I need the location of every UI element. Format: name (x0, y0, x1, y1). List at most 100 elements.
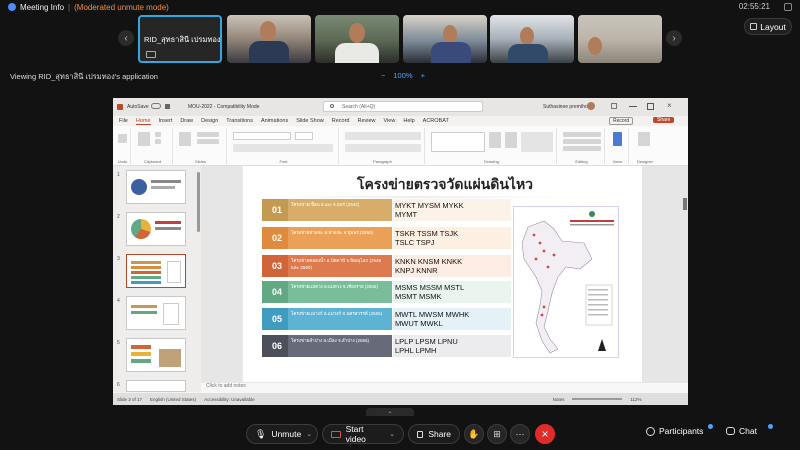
font-size-select[interactable] (295, 132, 313, 140)
layout-dropdown[interactable] (197, 132, 219, 137)
meeting-clock: 02:55:21 (738, 2, 770, 11)
participant-tile[interactable] (578, 15, 662, 63)
ribbon-group-editing: Editing (559, 128, 605, 164)
arrange-icon[interactable] (489, 132, 501, 148)
participant-tile[interactable] (403, 15, 487, 63)
tab-insert[interactable]: Insert (159, 118, 173, 124)
tab-view[interactable]: View (384, 118, 396, 124)
reset-button[interactable] (197, 139, 219, 144)
participant-tile[interactable] (490, 15, 574, 63)
tab-design[interactable]: Design (201, 118, 218, 124)
tab-help[interactable]: Help (403, 118, 414, 124)
list-buttons[interactable] (345, 132, 421, 140)
participants-button[interactable]: Participants (646, 426, 703, 436)
layout-button[interactable]: Layout (744, 18, 792, 35)
participant-tile[interactable] (227, 15, 311, 63)
tab-animations[interactable]: Animations (261, 118, 288, 124)
accessibility-status[interactable]: Accessibility: Unavailable (204, 397, 255, 402)
participant-tile[interactable] (315, 15, 399, 63)
participant-tile-self[interactable]: RID_สุทธาสินี เปรมทอง (138, 15, 222, 63)
save-icon[interactable] (165, 104, 170, 109)
slide-thumbnail[interactable] (126, 170, 186, 204)
thumb-number: 2 (117, 214, 120, 220)
font-format-buttons[interactable] (233, 144, 333, 152)
collapse-controls-tab[interactable]: ⌄ (366, 408, 414, 416)
zoom-out-button[interactable]: − (381, 71, 385, 80)
notes-pane[interactable]: Click to add notes (201, 383, 688, 393)
tab-record[interactable]: Record (332, 118, 350, 124)
row-stations: KNKN KNSM KNKK KNPJ KNNR (393, 255, 511, 277)
ribbon-group-label: Clipboard (143, 159, 162, 164)
unmute-button[interactable]: 🎙 Unmute ⌄ (246, 424, 318, 444)
tab-transitions[interactable]: Transitions (226, 118, 253, 124)
strip-prev-button[interactable]: ‹ (118, 30, 134, 46)
zoom-in-button[interactable]: + (421, 71, 425, 80)
slide-thumbnail-panel[interactable]: 1 2 3 4 5 6 (113, 166, 201, 392)
language-indicator[interactable]: English (United States) (150, 397, 196, 402)
find-button[interactable] (563, 132, 601, 137)
thumb-row (131, 359, 151, 363)
leave-meeting-button[interactable]: × (535, 424, 555, 444)
tab-review[interactable]: Review (357, 118, 375, 124)
close-icon[interactable]: × (667, 101, 672, 110)
reactions-button[interactable]: ✋ (464, 424, 484, 444)
start-video-button[interactable]: Start video ⌄ (322, 424, 404, 444)
share-button[interactable]: Share (408, 424, 460, 444)
chat-button[interactable]: Chat (726, 426, 757, 436)
slide-counter: Slide 3 of 17 (117, 396, 143, 402)
ppt-zoom-level[interactable]: 112% (630, 397, 641, 402)
slide-thumbnail[interactable] (126, 380, 186, 392)
more-icon: ⋯ (515, 428, 525, 439)
shape-format-buttons[interactable] (521, 132, 553, 152)
tab-draw[interactable]: Draw (180, 118, 193, 124)
tab-file[interactable]: File (119, 118, 128, 124)
meeting-info-link[interactable]: Meeting Info (20, 3, 64, 12)
align-buttons[interactable] (345, 144, 421, 152)
chevron-down-icon[interactable]: ⌄ (306, 430, 312, 438)
cut-icon[interactable] (155, 132, 161, 137)
ribbon-group-label: Voice (612, 159, 623, 164)
autosave-toggle[interactable] (151, 103, 161, 109)
copy-icon[interactable] (155, 139, 161, 144)
viewing-label: Viewing RID_สุทธาสินี เปรมทอง's applicat… (10, 72, 158, 81)
undo-icon[interactable] (118, 134, 127, 143)
paste-icon[interactable] (138, 132, 150, 146)
strip-next-button[interactable]: › (666, 30, 682, 46)
info-icon[interactable] (8, 3, 16, 11)
record-button[interactable]: Record (609, 117, 634, 125)
replace-button[interactable] (563, 139, 601, 144)
more-options-button[interactable]: ⋯ (510, 424, 530, 444)
design-ideas-icon[interactable] (638, 132, 650, 146)
slide-thumbnail[interactable] (126, 212, 186, 246)
chevron-down-icon[interactable]: ⌄ (389, 430, 395, 438)
camera-off-icon (331, 430, 341, 438)
quick-styles-icon[interactable] (505, 132, 517, 148)
dictate-mic-icon[interactable] (613, 132, 622, 146)
apps-button[interactable]: ⊞ (487, 424, 507, 444)
ppt-search-box[interactable]: Search (Alt+Q) (323, 101, 483, 112)
maximize-icon[interactable] (647, 103, 654, 110)
shapes-gallery[interactable] (431, 132, 485, 152)
window-restore-icon[interactable] (784, 3, 792, 11)
font-family-select[interactable] (233, 132, 291, 140)
user-avatar[interactable] (587, 102, 595, 110)
tab-home[interactable]: Home (135, 118, 151, 125)
slide-thumbnail-selected[interactable] (126, 254, 186, 288)
department-logo (131, 179, 147, 195)
slide-thumbnail[interactable] (126, 296, 186, 330)
pen-icon[interactable] (611, 103, 617, 109)
select-button[interactable] (563, 146, 601, 151)
slide-thumbnail[interactable] (126, 338, 186, 372)
minimize-icon[interactable] (629, 106, 637, 107)
zoom-slider[interactable] (572, 398, 623, 400)
ribbon-group-label: Font (279, 159, 288, 164)
panel-scrollbar[interactable] (197, 172, 200, 232)
mic-muted-icon: 🎙 (255, 428, 267, 439)
tab-acrobat[interactable]: ACROBAT (423, 118, 449, 124)
canvas-scrollbar[interactable] (683, 198, 687, 210)
notes-toggle[interactable]: Notes (553, 397, 565, 402)
new-slide-icon[interactable] (179, 132, 191, 146)
tab-slide-show[interactable]: Slide Show (296, 118, 324, 124)
ribbon-tab-bar: File Home Insert Draw Design Transitions… (113, 116, 688, 126)
share-doc-button[interactable]: Share (653, 117, 675, 123)
